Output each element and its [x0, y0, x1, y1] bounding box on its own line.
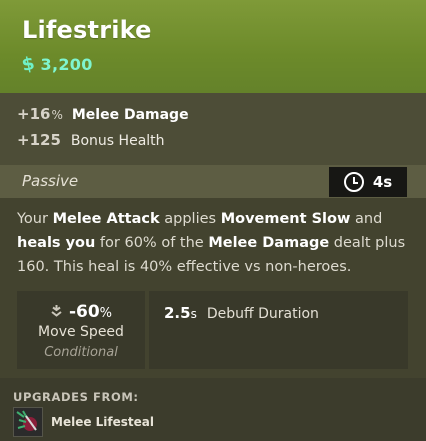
move-speed-label: Move Speed: [38, 324, 124, 340]
slow-icon: [50, 304, 63, 321]
stat-melee-damage: +16% Melee Damage: [17, 105, 189, 123]
passive-label: Passive: [22, 172, 79, 190]
debuff-duration-box: 2.5s Debuff Duration: [149, 291, 408, 369]
description-keyword: Melee Damage: [208, 235, 330, 251]
upgrade-item[interactable]: Melee Lifesteal: [13, 407, 154, 437]
stat-bonus-health: +125 Bonus Health: [17, 131, 165, 149]
tooltip-header: Lifestrike $ 3,200: [0, 0, 426, 93]
description-text: Your: [17, 211, 53, 227]
currency-icon: $: [19, 52, 37, 77]
stat-value: +125: [17, 131, 61, 149]
upgrades-section: UPGRADES FROM: Melee Lifesteal: [0, 378, 426, 441]
melee-lifesteal-icon: [13, 407, 43, 437]
price-value: 3,200: [40, 55, 93, 74]
item-title: Lifestrike: [22, 16, 152, 44]
debuff-value: 2.5s: [164, 304, 197, 322]
description-text: for 60% of the: [95, 235, 209, 251]
upgrades-title: UPGRADES FROM:: [13, 390, 139, 404]
description-text: and: [350, 211, 383, 227]
cooldown-clock-icon: [343, 172, 364, 192]
cooldown-badge: 4s: [329, 167, 407, 197]
item-price: $ 3,200: [19, 52, 93, 77]
effect-boxes: -60% Move Speed Conditional 2.5s Debuff …: [17, 291, 408, 369]
item-tooltip: Lifestrike $ 3,200 +16% Melee Damage +12…: [0, 0, 426, 441]
stat-value: +16%: [17, 105, 63, 123]
description-keyword: Movement Slow: [220, 211, 351, 227]
stat-label: Bonus Health: [70, 133, 165, 149]
debuff-label: Debuff Duration: [206, 306, 319, 322]
cooldown-value: 4s: [372, 173, 393, 191]
stat-label: Melee Damage: [71, 107, 189, 123]
stats-section: +16% Melee Damage +125 Bonus Health: [0, 93, 426, 165]
move-speed-box: -60% Move Speed Conditional: [17, 291, 145, 369]
description-text: applies: [159, 211, 221, 227]
description-keyword: Melee Attack: [52, 211, 160, 227]
upgrade-name: Melee Lifesteal: [51, 415, 154, 429]
move-speed-value: -60%: [68, 302, 113, 322]
move-speed-condition: Conditional: [44, 345, 118, 360]
description-keyword: heals you: [17, 235, 96, 251]
passive-description: Your Melee Attack applies Movement Slow …: [17, 207, 412, 279]
